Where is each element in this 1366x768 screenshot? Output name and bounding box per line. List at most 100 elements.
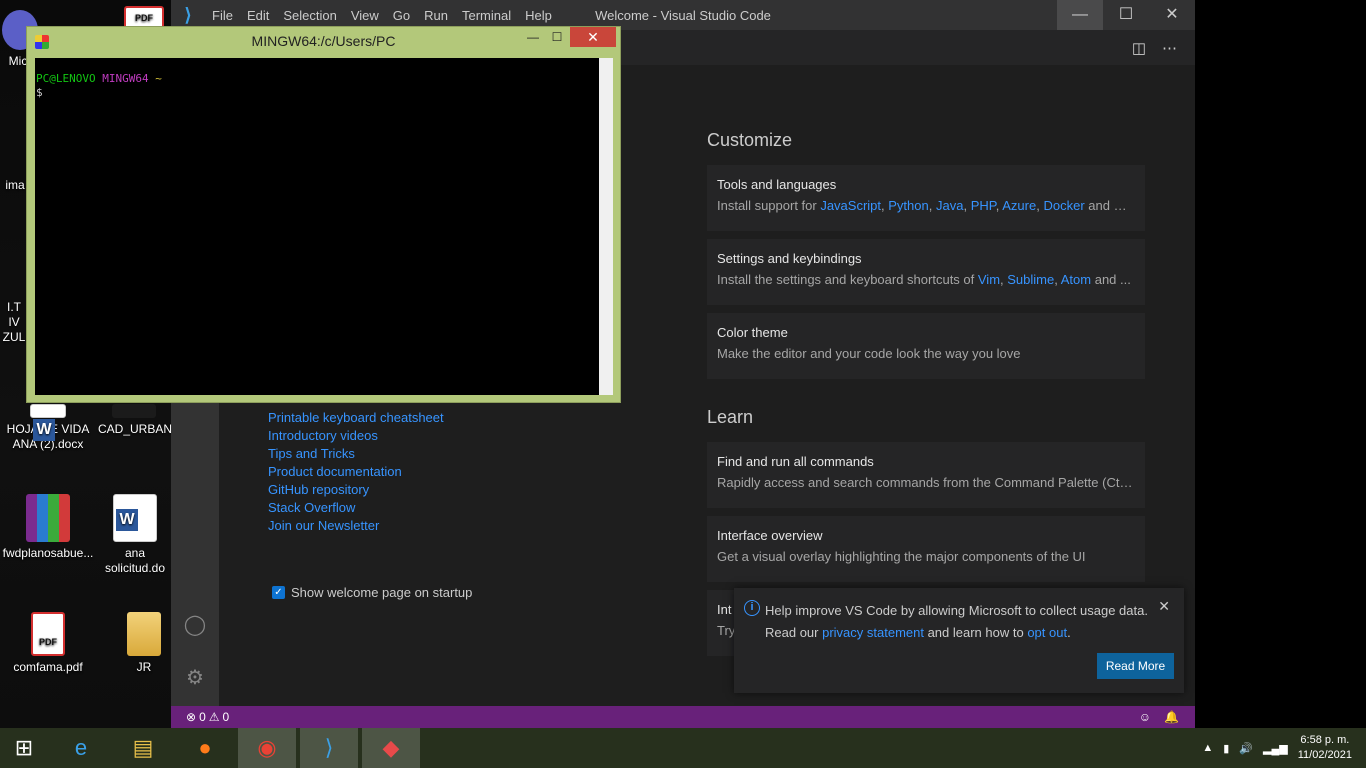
vscode-taskbar-icon[interactable]: ⟩ <box>300 728 358 768</box>
warning-count: 0 <box>222 710 230 724</box>
close-icon[interactable]: ✕ <box>1158 598 1170 615</box>
gear-icon[interactable]: ⚙ <box>183 666 207 690</box>
vscode-logo-icon: ⟩ <box>184 4 192 25</box>
card-description: Install the settings and keyboard shortc… <box>717 272 1131 287</box>
cad-icon <box>112 404 156 418</box>
folder-icon <box>127 612 161 656</box>
card-interface-overview[interactable]: Interface overview Get a visual overlay … <box>707 516 1145 582</box>
link-azure[interactable]: Azure <box>1002 198 1036 213</box>
link-stack-overflow[interactable]: Stack Overflow <box>268 499 444 517</box>
accounts-icon[interactable]: ◯ <box>183 613 207 637</box>
prompt-path: ~ <box>155 72 162 85</box>
terminal-output[interactable]: PC@LENOVO MINGW64 ~ $ <box>35 58 613 395</box>
link-python[interactable]: Python <box>888 198 928 213</box>
terminal-close-button[interactable]: ✕ <box>570 27 616 47</box>
firefox-icon[interactable]: ● <box>176 728 234 768</box>
battery-icon[interactable]: ▮ <box>1223 742 1229 755</box>
editor-actions: ◫ ⋯ <box>1132 30 1177 65</box>
link-github-repository[interactable]: GitHub repository <box>268 481 444 499</box>
link-atom[interactable]: Atom <box>1061 272 1091 287</box>
status-bar: ⊗ 0 ⚠ 0 ☺ 🔔 <box>171 706 1195 728</box>
error-icon: ⊗ <box>186 710 197 724</box>
card-settings-keybindings[interactable]: Settings and keybindings Install the set… <box>707 239 1145 305</box>
desktop-icon-it[interactable]: I.T IV ZUL <box>0 300 28 345</box>
bell-icon[interactable]: 🔔 <box>1164 710 1179 724</box>
terminal-scrollbar[interactable] <box>599 58 613 395</box>
help-links: Printable keyboard cheatsheet Introducto… <box>268 409 444 535</box>
card-description: Get a visual overlay highlighting the ma… <box>717 549 1086 564</box>
link-tips-and-tricks[interactable]: Tips and Tricks <box>268 445 444 463</box>
link-keyboard-cheatsheet[interactable]: Printable keyboard cheatsheet <box>268 409 444 427</box>
prompt-user: PC@LENOVO <box>36 72 96 85</box>
desc-text: Install support for <box>717 198 821 213</box>
desktop-icon-label: fwdplanosabue... <box>2 546 94 560</box>
menu-selection[interactable]: Selection <box>276 8 343 23</box>
opt-out-link[interactable]: opt out <box>1027 625 1067 640</box>
desktop-icon-fwdplanos[interactable]: fwdplanosabue... <box>0 494 96 561</box>
card-tools-and-languages[interactable]: Tools and languages Install support for … <box>707 165 1145 231</box>
volume-icon[interactable]: 🔊 <box>1239 742 1253 755</box>
error-count: 0 <box>199 710 206 724</box>
internet-explorer-icon[interactable]: e <box>52 728 110 768</box>
card-find-run-commands[interactable]: Find and run all commands Rapidly access… <box>707 442 1145 508</box>
start-button[interactable]: ⊞ <box>0 728 48 768</box>
link-docker[interactable]: Docker <box>1043 198 1084 213</box>
desktop-icon-label: ana solicitud.do <box>104 546 166 575</box>
maximize-button[interactable]: ☐ <box>1103 0 1149 30</box>
network-signal-icon[interactable]: ▂▄▆ <box>1263 742 1288 755</box>
more-actions-icon[interactable]: ⋯ <box>1162 39 1177 57</box>
menu-edit[interactable]: Edit <box>240 8 276 23</box>
word-icon <box>113 494 157 542</box>
link-sublime[interactable]: Sublime <box>1007 272 1054 287</box>
menu-go[interactable]: Go <box>386 8 417 23</box>
show-on-startup-row: ✓ Show welcome page on startup <box>272 585 472 600</box>
menu-terminal[interactable]: Terminal <box>455 8 518 23</box>
split-editor-icon[interactable]: ◫ <box>1132 39 1146 57</box>
taskbar: ⊞ e ▤ ● ◉ ⟩ ◆ ▲ ▮ 🔊 ▂▄▆ 6:58 p. m. 11/02… <box>0 728 1366 768</box>
link-vim[interactable]: Vim <box>978 272 1000 287</box>
file-explorer-icon[interactable]: ▤ <box>114 728 172 768</box>
system-tray: ▲ ▮ 🔊 ▂▄▆ 6:58 p. m. 11/02/2021 <box>1202 728 1352 768</box>
clock-time: 6:58 p. m. <box>1300 734 1350 746</box>
link-java[interactable]: Java <box>936 198 963 213</box>
link-more[interactable]: more <box>1114 198 1135 213</box>
desktop-icon-hoja-de-vida[interactable]: HOJA DE VIDA ANA (2).docx <box>0 404 96 452</box>
feedback-icon[interactable]: ☺ <box>1139 710 1151 724</box>
desktop-icon-ana-solicitud[interactable]: ana solicitud.do <box>100 494 170 576</box>
link-php[interactable]: PHP <box>971 198 996 213</box>
git-bash-taskbar-icon[interactable]: ◆ <box>362 728 420 768</box>
menu-view[interactable]: View <box>344 8 386 23</box>
problems-indicator[interactable]: ⊗ 0 ⚠ 0 <box>186 710 229 724</box>
desc-text: Install the settings and keyboard shortc… <box>717 272 978 287</box>
link-introductory-videos[interactable]: Introductory videos <box>268 427 444 445</box>
link-newsletter[interactable]: Join our Newsletter <box>268 517 444 535</box>
link-product-documentation[interactable]: Product documentation <box>268 463 444 481</box>
desktop-background-right <box>1195 0 1366 728</box>
clock[interactable]: 6:58 p. m. 11/02/2021 <box>1298 733 1352 763</box>
desktop-icon-cad-urban[interactable]: CAD_URBAN <box>98 404 173 437</box>
desktop-icon-label: CAD_URBAN <box>98 422 173 436</box>
terminal-maximize-button[interactable]: ☐ <box>543 27 571 47</box>
notification-text: and learn how to <box>923 625 1028 640</box>
card-color-theme[interactable]: Color theme Make the editor and your cod… <box>707 313 1145 379</box>
prompt-symbol: $ <box>36 86 43 99</box>
show-on-startup-label: Show welcome page on startup <box>291 585 473 600</box>
privacy-statement-link[interactable]: privacy statement <box>822 625 924 640</box>
chrome-icon[interactable]: ◉ <box>238 728 296 768</box>
read-more-button[interactable]: Read More <box>1097 653 1174 679</box>
close-button[interactable]: ✕ <box>1149 0 1195 30</box>
show-hidden-icons-icon[interactable]: ▲ <box>1202 742 1213 754</box>
menu-file[interactable]: File <box>205 8 240 23</box>
minimize-button[interactable]: — <box>1057 0 1103 30</box>
desktop-icon-comfama[interactable]: comfama.pdf <box>0 612 96 675</box>
desktop-icon-label: ima <box>5 178 25 192</box>
clock-date: 11/02/2021 <box>1297 749 1352 761</box>
card-description: Make the editor and your code look the w… <box>717 346 1021 361</box>
pdf-icon <box>31 612 65 656</box>
menu-run[interactable]: Run <box>417 8 455 23</box>
card-title: Settings and keybindings <box>717 251 862 266</box>
link-javascript[interactable]: JavaScript <box>820 198 881 213</box>
notification-message: Help improve VS Code by allowing Microso… <box>765 600 1155 644</box>
show-on-startup-checkbox[interactable]: ✓ <box>272 586 285 599</box>
menu-help[interactable]: Help <box>518 8 559 23</box>
